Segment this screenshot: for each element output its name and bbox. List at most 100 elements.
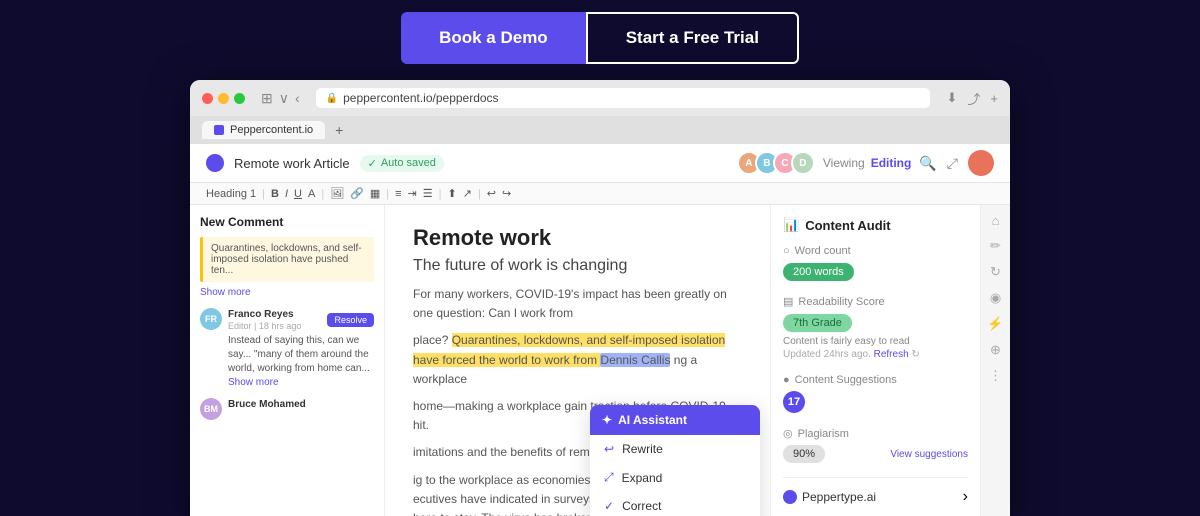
search-icon[interactable]: 🔍	[919, 155, 936, 172]
readability-note: Content is fairly easy to read	[783, 336, 968, 347]
doc-subheading: The future of work is changing	[413, 257, 742, 275]
tab-favicon	[214, 125, 224, 135]
user-avatar[interactable]	[968, 150, 994, 176]
browser-actions: ⬇ ⤴ +	[946, 89, 998, 108]
close-button[interactable]	[202, 93, 213, 104]
underline-button[interactable]: U	[294, 188, 302, 200]
suggestions-icon: ●	[783, 374, 790, 386]
ai-dropdown-header: ✦ AI Assistant	[590, 405, 760, 435]
highlighted-text-blue: Dennis Callis	[600, 353, 670, 367]
strip-audit-icon[interactable]: ⚡	[987, 316, 1003, 332]
word-count-label: ○ Word count	[783, 245, 968, 257]
refresh-icon: ↻	[911, 349, 919, 360]
url-text: peppercontent.io/pepperdocs	[343, 91, 498, 105]
chevron-down-icon[interactable]: ∨	[279, 90, 289, 107]
strip-edit-icon[interactable]: ✏	[990, 238, 1001, 254]
minimize-button[interactable]	[218, 93, 229, 104]
rewrite-icon: ↩	[604, 442, 614, 456]
commenter-avatar: FR	[200, 308, 222, 330]
doc-heading: Remote work	[413, 225, 742, 251]
list-button[interactable]: ☰	[423, 187, 433, 200]
readability-icon: ▤	[783, 295, 793, 308]
table-button[interactable]: ▦	[370, 187, 380, 200]
peppertype-row[interactable]: Peppertype.ai ›	[783, 477, 968, 506]
word-count-badge: 200 words	[783, 263, 854, 281]
avatar-group: A B C D	[737, 151, 815, 175]
comment-text: Instead of saying this, can we say... "m…	[228, 334, 374, 376]
view-suggestions-link[interactable]: View suggestions	[890, 449, 968, 460]
undo-button[interactable]: ↩	[487, 187, 496, 200]
image-button[interactable]: 🖼	[330, 187, 344, 200]
comment-quote: Quarantines, lockdowns, and self-imposed…	[200, 237, 374, 282]
resolve-button[interactable]: Resolve	[327, 313, 374, 327]
commenter-name: Franco Reyes	[228, 309, 294, 320]
plagiarism-label: ◎ Plagiarism	[783, 427, 968, 440]
peppertype-label: Peppertype.ai	[802, 490, 876, 504]
strip-home-icon[interactable]: ⌂	[992, 213, 1000, 228]
suggestions-count-badge: 17	[783, 391, 805, 413]
show-more-link-2[interactable]: Show more	[228, 377, 279, 388]
plagiarism-section: ◎ Plagiarism 90% View suggestions	[783, 427, 968, 463]
ai-rewrite-item[interactable]: ↩ Rewrite	[590, 435, 760, 463]
editor-body: New Comment Quarantines, lockdowns, and …	[190, 205, 1010, 516]
expand-icon[interactable]: ⤢	[947, 155, 958, 172]
suggestions-section: ● Content Suggestions 17	[783, 374, 968, 413]
ai-expand-item[interactable]: ⤢ Expand	[590, 463, 760, 492]
browser-window: ⊞ ∨ ‹ 🔒 peppercontent.io/pepperdocs ⬇ ⤴ …	[190, 80, 1010, 516]
start-trial-button[interactable]: Start a Free Trial	[586, 12, 799, 64]
italic-button[interactable]: I	[285, 188, 288, 200]
new-tab-button[interactable]: +	[335, 122, 343, 138]
layout-icon[interactable]: ⊞	[261, 90, 273, 107]
active-tab[interactable]: Peppercontent.io	[202, 121, 325, 139]
font-color-button[interactable]: A	[308, 188, 315, 200]
bold-button[interactable]: B	[271, 188, 279, 200]
editor-logo-icon	[206, 154, 224, 172]
indent-button[interactable]: ⇥	[408, 187, 417, 200]
doc-para-1: For many workers, COVID-19's impact has …	[413, 285, 742, 323]
autosave-badge: ✓ Auto saved	[360, 155, 444, 172]
export-button[interactable]: ⬆	[448, 187, 457, 200]
book-demo-button[interactable]: Book a Demo	[401, 12, 586, 64]
strip-refresh-icon[interactable]: ↻	[990, 264, 1001, 280]
readability-label: ▤ Readability Score	[783, 295, 968, 308]
comment2-content: Bruce Mohamed	[228, 398, 374, 410]
heading-style-selector[interactable]: Heading 1	[206, 188, 256, 200]
strip-more-icon[interactable]: ⋮	[989, 368, 1002, 384]
address-bar[interactable]: 🔒 peppercontent.io/pepperdocs	[316, 88, 931, 108]
correct-icon: ✓	[604, 499, 614, 513]
strip-eye-icon[interactable]: ◉	[990, 290, 1001, 306]
circle-icon: ○	[783, 245, 790, 257]
avatar-4: D	[791, 151, 815, 175]
share-icon[interactable]: ⤴	[967, 89, 980, 108]
show-more-link[interactable]: Show more	[200, 287, 251, 298]
editor-chrome: Remote work Article ✓ Auto saved A B C D…	[190, 144, 1010, 516]
expand-icon: ⤢	[604, 470, 614, 485]
readability-grade-badge: 7th Grade	[783, 314, 852, 332]
peppertype-dot	[783, 490, 797, 504]
maximize-button[interactable]	[234, 93, 245, 104]
share-doc-button[interactable]: ↗	[463, 187, 472, 200]
plagiarism-row: 90% View suggestions	[783, 445, 968, 463]
ai-correct-item[interactable]: ✓ Correct	[590, 492, 760, 516]
collaborators-row: A B C D Viewing Editing 🔍 ⤢	[737, 150, 994, 176]
back-icon[interactable]: ‹	[295, 90, 300, 106]
editor-main[interactable]: Remote work The future of work is changi…	[385, 205, 770, 516]
strip-share-icon[interactable]: ⊕	[990, 342, 1001, 358]
refresh-link[interactable]: Refresh	[874, 349, 909, 360]
align-button[interactable]: ≡	[395, 188, 401, 200]
link-button[interactable]: 🔗	[350, 187, 364, 200]
panel-title: 📊 Content Audit	[783, 217, 968, 233]
commenter2-avatar: BM	[200, 398, 222, 420]
redo-button[interactable]: ↪	[502, 187, 511, 200]
viewing-label[interactable]: Viewing	[823, 156, 865, 170]
checkmark-icon: ✓	[368, 157, 377, 170]
view-edit-toggle: Viewing Editing	[823, 156, 911, 170]
text-before-highlight: place?	[413, 333, 452, 347]
document-title: Remote work Article	[234, 156, 350, 171]
right-panel-main: 📊 Content Audit ○ Word count 200 words ▤	[771, 205, 980, 516]
new-tab-icon[interactable]: +	[990, 91, 998, 106]
audit-icon: 📊	[783, 217, 799, 233]
peppertype-logo: Peppertype.ai	[783, 490, 876, 504]
editing-label[interactable]: Editing	[871, 156, 912, 170]
download-icon[interactable]: ⬇	[946, 90, 957, 106]
